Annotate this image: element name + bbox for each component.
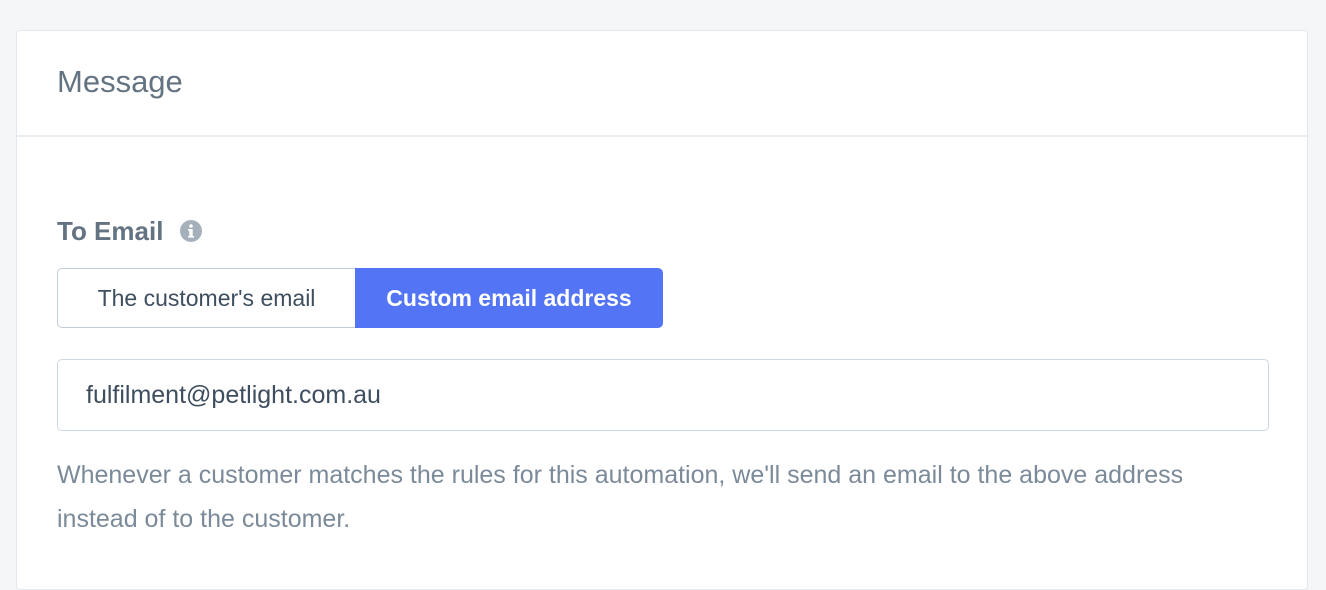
to-email-label-row: To Email bbox=[57, 213, 1267, 249]
to-email-help-text: Whenever a customer matches the rules fo… bbox=[57, 461, 1184, 533]
card-body: To Email The customer's email Custom ema… bbox=[17, 213, 1307, 541]
info-circle-icon[interactable] bbox=[179, 219, 203, 243]
to-email-toggle-group: The customer's email Custom email addres… bbox=[57, 268, 1267, 328]
card-header: Message bbox=[17, 31, 1307, 137]
message-card: Message To Email The customer's email Cu… bbox=[16, 30, 1308, 590]
card-title: Message bbox=[57, 64, 183, 99]
to-email-label: To Email bbox=[57, 215, 164, 246]
custom-email-option-button[interactable]: Custom email address bbox=[355, 268, 663, 328]
custom-email-input[interactable] bbox=[57, 359, 1269, 431]
customer-email-option-button[interactable]: The customer's email bbox=[57, 268, 355, 328]
